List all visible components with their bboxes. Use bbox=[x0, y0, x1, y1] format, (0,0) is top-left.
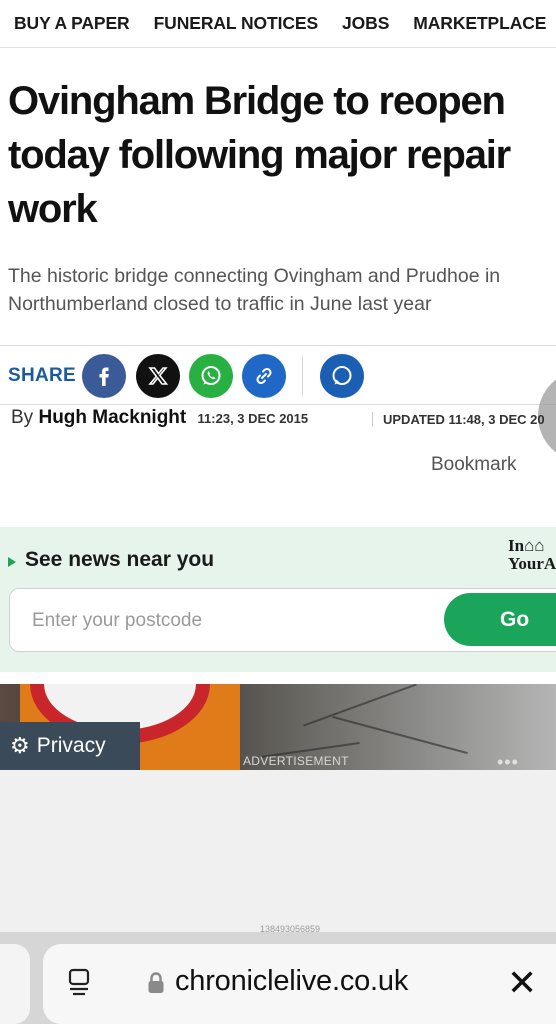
in-your-area-logo-line1: In⌂⌂ bbox=[508, 536, 545, 555]
news-near-you-title: See news near you bbox=[25, 548, 215, 571]
x-icon bbox=[148, 367, 169, 385]
author-name[interactable]: Hugh Macknight bbox=[38, 407, 186, 428]
close-icon[interactable]: ✕ bbox=[507, 963, 537, 1003]
nav-buy-a-paper[interactable]: BUY A PAPER bbox=[14, 13, 130, 34]
comment-icon bbox=[332, 366, 352, 385]
previous-tab-stub[interactable] bbox=[0, 944, 30, 1024]
nav-jobs[interactable]: JOBS bbox=[342, 13, 389, 34]
article-standfirst: The historic bridge connecting Ovingham … bbox=[8, 265, 501, 315]
ad-branch bbox=[332, 715, 468, 755]
share-bar: SHARE bbox=[0, 345, 556, 405]
updated-time: UPDATED 11:48, 3 DEC 20 bbox=[372, 412, 545, 427]
gear-icon: ⚙ bbox=[10, 733, 30, 758]
byline-prefix: By bbox=[11, 407, 34, 428]
lock-icon bbox=[148, 972, 164, 993]
published-time: 11:23, 3 DEC 2015 bbox=[197, 411, 309, 426]
share-facebook-button[interactable] bbox=[82, 354, 126, 398]
address-url[interactable]: chroniclelive.co.uk bbox=[175, 965, 408, 998]
whatsapp-icon bbox=[201, 366, 221, 385]
ad-branch bbox=[303, 684, 417, 727]
reader-mode-icon[interactable] bbox=[67, 968, 91, 998]
go-button[interactable]: Go bbox=[444, 593, 556, 646]
share-label: SHARE bbox=[8, 365, 77, 386]
article-headline: Ovingham Bridge to reopen today followin… bbox=[8, 79, 511, 231]
share-divider bbox=[302, 356, 303, 396]
privacy-label: Privacy bbox=[36, 734, 106, 757]
nav-funeral-notices[interactable]: FUNERAL NOTICES bbox=[154, 13, 319, 34]
triangle-right-icon bbox=[8, 557, 16, 567]
share-copy-link-button[interactable] bbox=[242, 354, 286, 398]
bookmark-button[interactable]: Bookmark bbox=[431, 454, 517, 476]
in-your-area-logo: In⌂⌂ YourA bbox=[508, 537, 556, 573]
top-nav: BUY A PAPER FUNERAL NOTICES JOBS MARKETP… bbox=[0, 0, 556, 48]
share-whatsapp-button[interactable] bbox=[189, 354, 233, 398]
byline: By Hugh Macknight 11:23, 3 DEC 2015 bbox=[11, 407, 308, 429]
nav-marketplace[interactable]: MARKETPLACE bbox=[413, 13, 546, 34]
advertisement-label: ADVERTISEMENT bbox=[243, 754, 349, 768]
postcode-input[interactable] bbox=[32, 607, 412, 635]
article-page: BUY A PAPER FUNERAL NOTICES JOBS MARKETP… bbox=[0, 0, 556, 1024]
share-x-button[interactable] bbox=[136, 354, 180, 398]
facebook-icon bbox=[99, 367, 109, 386]
comments-button[interactable] bbox=[320, 354, 364, 398]
link-icon bbox=[256, 367, 272, 385]
in-your-area-logo-line2: YourA bbox=[508, 554, 556, 573]
privacy-button[interactable]: ⚙ Privacy bbox=[0, 722, 140, 770]
